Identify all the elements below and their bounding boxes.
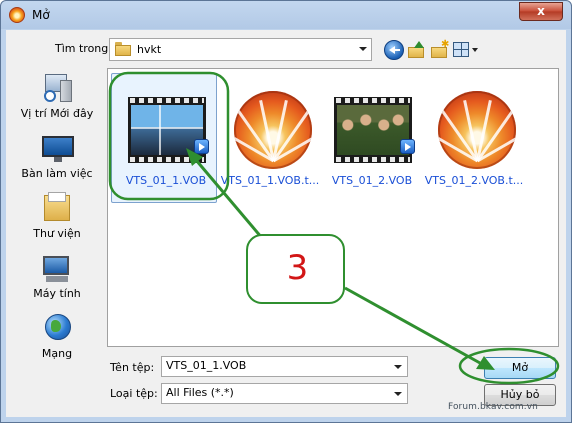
- places-bar: Vị trí Mới đây Bàn làm việc Thư viện Máy…: [12, 68, 102, 400]
- place-network[interactable]: Mạng: [12, 310, 102, 366]
- look-in-label: Tìm trong:: [55, 42, 112, 55]
- video-thumbnail-icon: [128, 91, 209, 171]
- file-item[interactable]: VTS_01_2.VOB.t...: [424, 69, 524, 199]
- file-name: VTS_01_2.VOB.t...: [424, 174, 524, 187]
- place-computer[interactable]: Máy tính: [12, 250, 102, 306]
- filetype-label: Loại tệp:: [110, 387, 158, 400]
- back-icon[interactable]: [384, 40, 404, 60]
- desktop-icon: [42, 132, 74, 164]
- play-badge-icon: [400, 139, 415, 154]
- place-label: Bàn làm việc: [21, 167, 93, 180]
- place-label: Vị trí Mới đây: [20, 107, 94, 120]
- recent-places-icon: [42, 72, 74, 104]
- filetype-select[interactable]: All Files (*.*): [161, 383, 408, 404]
- title-bar: Mở x: [1, 1, 571, 29]
- computer-icon: [42, 252, 74, 284]
- step-number: 3: [286, 248, 309, 288]
- bsplayer-file-icon: [232, 91, 312, 171]
- place-libraries[interactable]: Thư viện: [12, 190, 102, 246]
- open-button[interactable]: Mở: [484, 357, 556, 379]
- step-callout: 3: [246, 234, 345, 304]
- file-name: VTS_01_2.VOB: [331, 174, 413, 187]
- watermark: Forum.bkav.com.vn: [448, 402, 538, 412]
- bsplayer-file-icon: [436, 91, 516, 171]
- filetype-value: All Files (*.*): [166, 386, 234, 399]
- file-name: VTS_01_1.VOB.t...: [220, 174, 320, 187]
- views-icon[interactable]: [453, 40, 479, 60]
- filename-input[interactable]: VTS_01_1.VOB: [161, 356, 408, 377]
- bsplayer-app-icon: [9, 7, 25, 23]
- network-icon: [42, 312, 74, 344]
- chevron-down-icon: [394, 392, 402, 396]
- video-thumbnail-icon: [334, 91, 415, 171]
- filename-label: Tên tệp:: [110, 361, 155, 374]
- libraries-icon: [42, 192, 74, 224]
- up-folder-icon[interactable]: [407, 40, 427, 60]
- look-in-dropdown[interactable]: hvkt: [109, 38, 372, 61]
- file-list[interactable]: VTS_01_1.VOB VTS_01_1.VOB.t... VTS_01_2.…: [107, 68, 559, 347]
- file-name: VTS_01_1.VOB: [125, 174, 207, 187]
- close-button[interactable]: x: [519, 2, 563, 21]
- folder-icon: [115, 42, 131, 56]
- filename-value: VTS_01_1.VOB: [166, 359, 247, 372]
- file-item[interactable]: VTS_01_1.VOB: [116, 69, 216, 199]
- window-title: Mở: [32, 8, 50, 22]
- chevron-down-icon[interactable]: [394, 365, 402, 369]
- chevron-down-icon: [359, 47, 367, 51]
- new-folder-icon[interactable]: ✱: [430, 40, 450, 60]
- file-item[interactable]: VTS_01_2.VOB: [322, 69, 422, 199]
- play-badge-icon: [194, 139, 209, 154]
- file-item[interactable]: VTS_01_1.VOB.t...: [220, 69, 320, 199]
- place-label: Thư viện: [33, 227, 81, 240]
- look-in-value: hvkt: [137, 43, 162, 56]
- place-label: Máy tính: [33, 287, 81, 300]
- place-label: Mạng: [41, 347, 73, 360]
- place-recent[interactable]: Vị trí Mới đây: [12, 70, 102, 126]
- place-desktop[interactable]: Bàn làm việc: [12, 130, 102, 186]
